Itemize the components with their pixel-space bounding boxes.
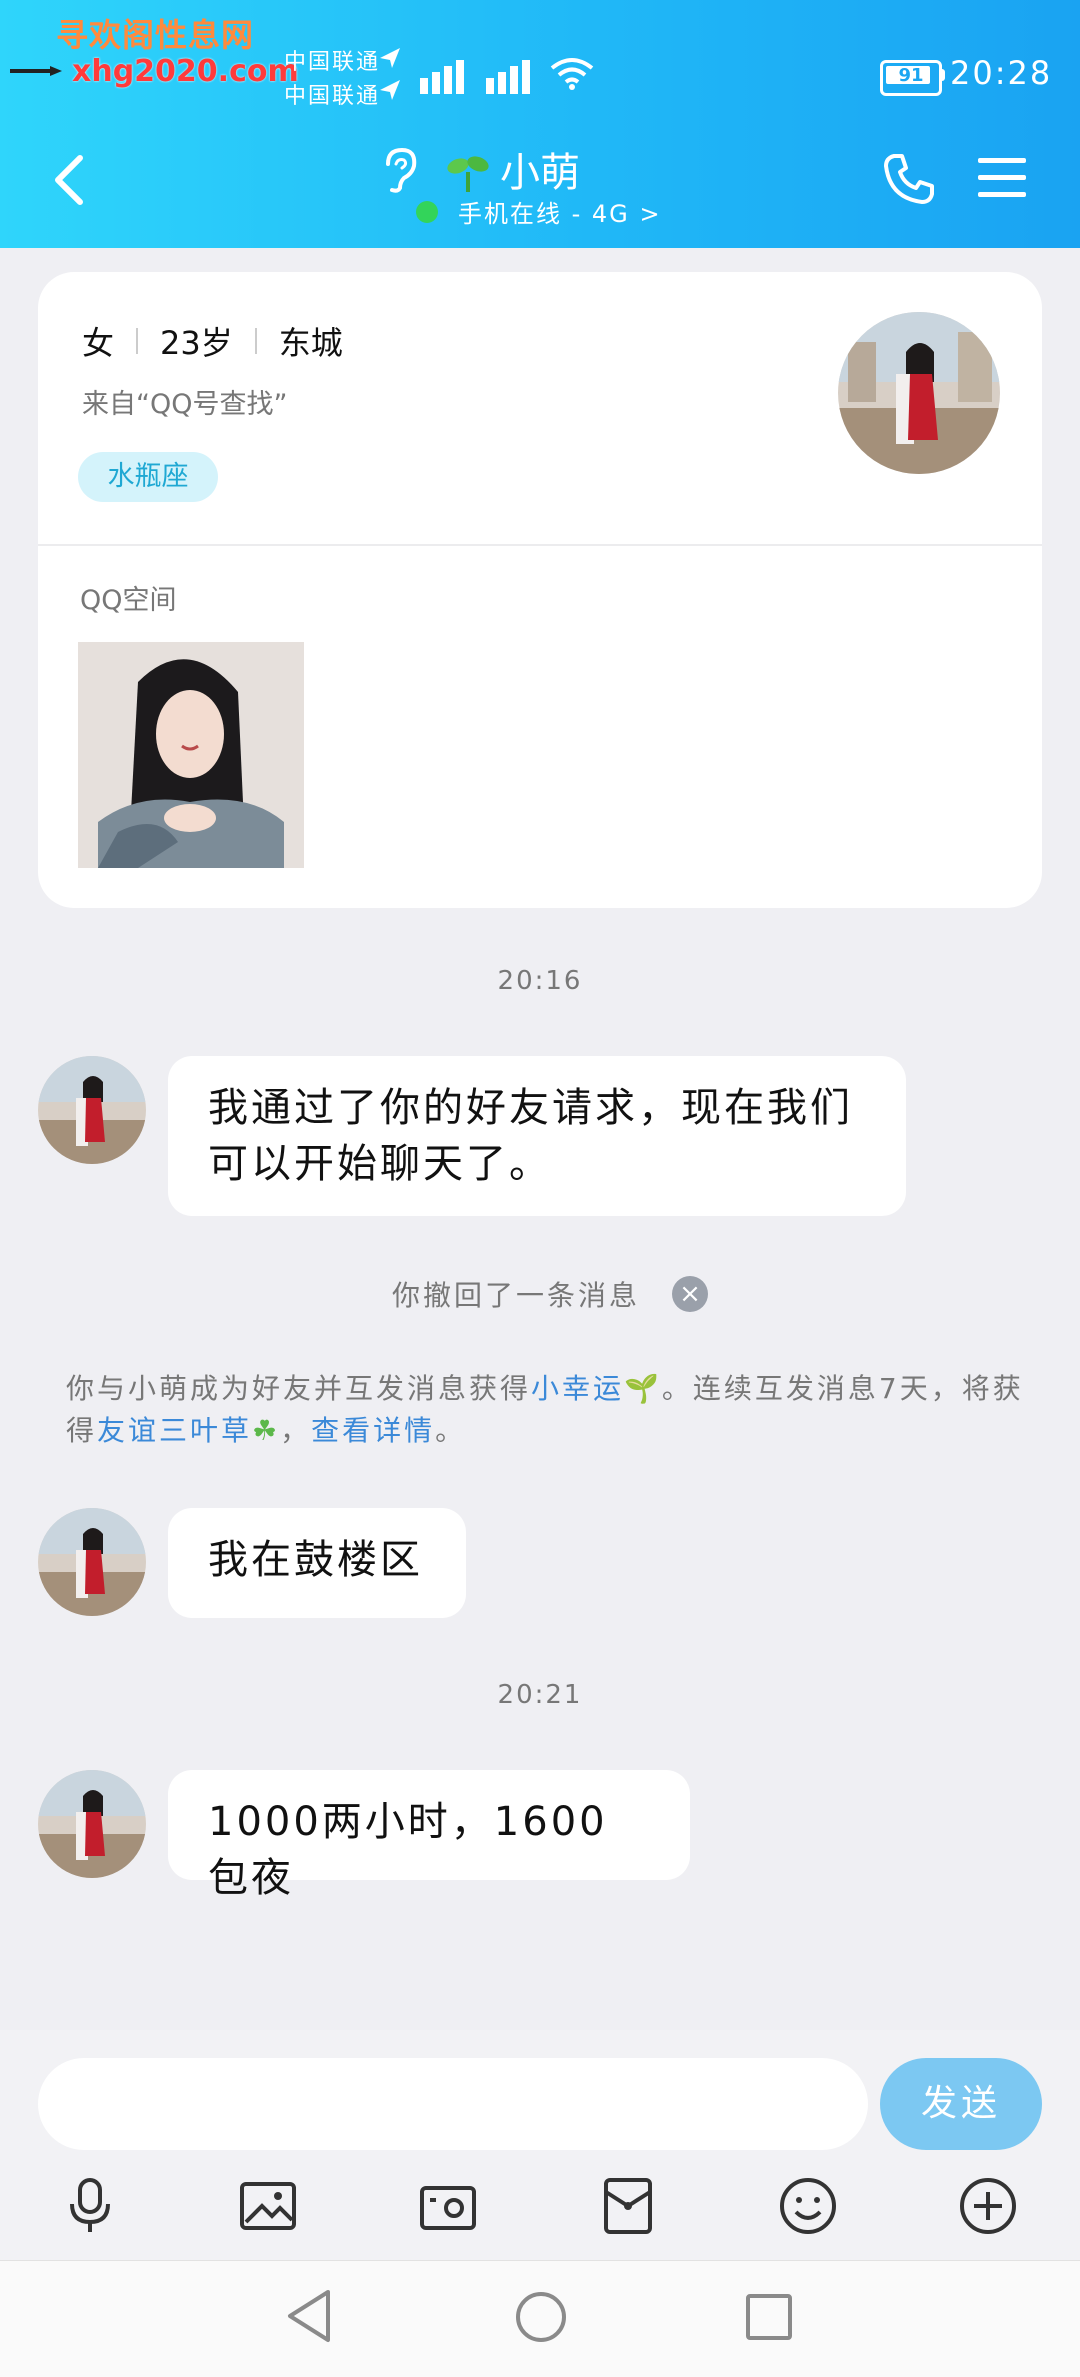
microphone-icon[interactable] [60,2176,120,2236]
avatar[interactable] [38,1056,146,1164]
emoji-icon[interactable] [778,2176,838,2236]
sprout-icon: 🌱 [624,1372,662,1405]
chevron-left-icon[interactable] [50,150,90,210]
zodiac-tag[interactable]: 水瓶座 [78,452,218,502]
wifi-icon [550,58,594,90]
battery-indicator: 91 [880,60,942,96]
sprout-icon [447,156,489,192]
online-status-dot [416,201,438,223]
image-icon[interactable] [238,2176,298,2236]
plus-icon[interactable] [958,2176,1018,2236]
qzone-label[interactable]: QQ空间 [80,578,177,617]
divider [136,328,139,354]
divider [254,328,257,354]
profile-info-line: 女 23岁 东城 [82,318,343,364]
signal-bars-1-icon [420,60,464,94]
timestamp: 20:16 [497,966,583,996]
profile-avatar[interactable] [838,312,1000,474]
nav-recents-icon[interactable] [744,2292,794,2342]
qzone-photo[interactable] [78,642,304,868]
profile-source: 来自“QQ号查找” [82,389,288,420]
link-details[interactable]: 查看详情 [311,1414,435,1447]
menu-icon[interactable] [976,156,1028,200]
avatar[interactable] [38,1508,146,1616]
link-clover[interactable]: 友谊三叶草 [97,1414,252,1447]
signal-bars-2-icon [486,60,530,94]
send-button[interactable]: 发送 [880,2058,1042,2150]
close-icon[interactable]: × [672,1276,708,1312]
nav-back-icon[interactable] [284,2288,334,2344]
link-lucky[interactable]: 小幸运 [531,1372,624,1405]
profile-location: 东城 [278,324,343,362]
nav-home-icon[interactable] [514,2290,568,2344]
profile-card[interactable]: 女 23岁 东城 来自“QQ号查找” 水瓶座 QQ空间 [38,272,1042,908]
online-status-text[interactable]: 手机在线 - 4G > [458,194,662,229]
carrier-1: 中国联通 [284,50,381,75]
message-input[interactable] [38,2058,868,2150]
location-arrow-icon [380,48,400,100]
recall-notice: 你撤回了一条消息 [392,1279,641,1312]
contact-name[interactable]: 小萌 [500,140,580,198]
carrier-2: 中国联通 [284,84,381,109]
red-packet-icon[interactable] [598,2176,658,2236]
profile-card-header: 女 23岁 东城 来自“QQ号查找” 水瓶座 [38,272,1042,546]
message-bubble[interactable]: 我通过了你的好友请求，现在我们可以开始聊天了。 [168,1056,906,1216]
battery-tip [939,69,945,81]
battery-level: 91 [898,65,924,86]
ear-icon[interactable] [380,146,420,194]
camera-icon[interactable] [418,2176,478,2236]
message-bubble[interactable]: 我在鼓楼区 [168,1508,466,1618]
status-time: 20:28 [950,54,1053,92]
profile-gender: 女 [82,324,115,362]
clover-icon: ☘ [252,1414,281,1447]
watermark-site-name: 寻欢阁性息网 [56,16,255,54]
system-notice: 你与小萌成为好友并互发消息获得小幸运🌱。连续互发消息7天，将获得友谊三叶草☘，查… [66,1372,1024,1447]
watermark-arrow-icon [10,66,62,76]
avatar[interactable] [38,1770,146,1878]
phone-icon[interactable] [882,152,936,206]
watermark-url: xhg2020.com [72,54,299,89]
profile-age: 23岁 [160,324,233,362]
timestamp: 20:21 [497,1680,583,1710]
message-bubble[interactable]: 1000两小时，1600包夜 [168,1770,690,1901]
